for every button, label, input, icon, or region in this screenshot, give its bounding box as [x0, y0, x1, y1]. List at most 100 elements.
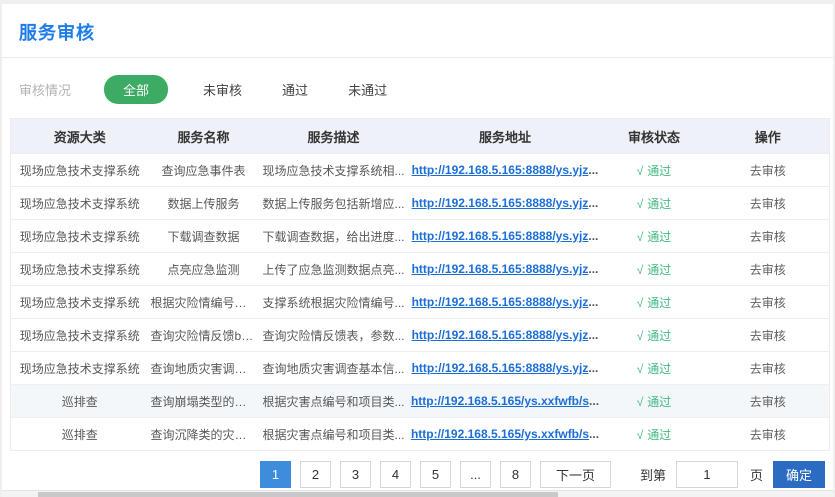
cell-name: 点亮应急监测 — [149, 253, 259, 286]
status-label: 通过 — [647, 395, 671, 409]
service-url-link[interactable]: http://192.168.5.165:8888/ys.yjz — [412, 295, 589, 309]
cell-category: 现场应急技术支撑系统 — [11, 319, 149, 352]
col-header-category: 资源大类 — [11, 119, 149, 154]
confirm-button[interactable]: 确定 — [773, 461, 825, 488]
cell-name: 查询灾险情反馈byZ... — [149, 319, 259, 352]
table-row: 现场应急技术支撑系统 下载调查数据 下载调查数据，给出进度... http://… — [11, 220, 830, 253]
col-header-name: 服务名称 — [149, 119, 259, 154]
cell-description: 根据灾害点编号和项目类... — [259, 385, 409, 418]
check-icon: √ — [637, 428, 644, 442]
go-audit-link[interactable]: 去审核 — [750, 230, 786, 244]
table-row: 现场应急技术支撑系统 根据灾险情编号查询... 支撑系统根据灾险情编号... h… — [11, 286, 830, 319]
cell-name: 查询崩塌类型的灾害... — [149, 385, 259, 418]
col-header-url: 服务地址 — [409, 119, 602, 154]
page-button-4[interactable]: 4 — [380, 461, 411, 488]
check-icon: √ — [637, 164, 644, 178]
go-audit-link[interactable]: 去审核 — [750, 263, 786, 277]
cell-status: √通过 — [602, 187, 707, 220]
url-ellipsis: ... — [588, 295, 598, 309]
service-url-link[interactable]: http://192.168.5.165:8888/ys.yjz — [412, 229, 589, 243]
scrollbar-thumb[interactable] — [38, 492, 558, 497]
page-button-8[interactable]: 8 — [500, 461, 531, 488]
cell-name: 查询地质灾害调查基... — [149, 352, 259, 385]
cell-status: √通过 — [602, 352, 707, 385]
filter-tab-failed[interactable]: 未通过 — [346, 75, 389, 104]
table-row: 现场应急技术支撑系统 查询应急事件表 现场应急技术支撑系统相... http:/… — [11, 154, 830, 187]
cell-name: 根据灾险情编号查询... — [149, 286, 259, 319]
service-url-link[interactable]: http://192.168.5.165/ys.xxfwfb/s — [411, 427, 589, 441]
go-audit-link[interactable]: 去审核 — [750, 329, 786, 343]
status-label: 通过 — [647, 296, 671, 310]
filter-tab-passed[interactable]: 通过 — [280, 75, 310, 104]
cell-status: √通过 — [602, 220, 707, 253]
cell-category: 现场应急技术支撑系统 — [11, 286, 149, 319]
goto-suffix-label: 页 — [750, 465, 763, 484]
pagination-bar: 1 2 3 4 5 ... 8 下一页 到第 页 确定 — [2, 461, 833, 488]
status-label: 通过 — [647, 428, 671, 442]
page-button-5[interactable]: 5 — [420, 461, 451, 488]
status-label: 通过 — [647, 230, 671, 244]
cell-name: 查询沉降类的灾害点... — [149, 418, 259, 451]
col-header-status: 审核状态 — [602, 119, 707, 154]
service-url-link[interactable]: http://192.168.5.165/ys.xxfwfb/s — [411, 394, 589, 408]
filter-tab-unaudited[interactable]: 未审核 — [201, 75, 244, 104]
service-url-link[interactable]: http://192.168.5.165:8888/ys.yjz — [412, 262, 589, 276]
go-audit-link[interactable]: 去审核 — [750, 428, 786, 442]
url-ellipsis: ... — [589, 394, 599, 408]
cell-description: 根据灾害点编号和项目类... — [259, 418, 409, 451]
cell-name: 下载调查数据 — [149, 220, 259, 253]
check-icon: √ — [637, 197, 644, 211]
status-label: 通过 — [647, 263, 671, 277]
go-audit-link[interactable]: 去审核 — [750, 164, 786, 178]
service-url-link[interactable]: http://192.168.5.165:8888/ys.yjz — [412, 196, 589, 210]
service-table: 资源大类 服务名称 服务描述 服务地址 审核状态 操作 现场应急技术支撑系统 查… — [10, 118, 830, 451]
table-row: 现场应急技术支撑系统 点亮应急监测 上传了应急监测数据点亮... http://… — [11, 253, 830, 286]
cell-status: √通过 — [602, 385, 707, 418]
goto-page-input[interactable] — [676, 461, 738, 488]
cell-category: 现场应急技术支撑系统 — [11, 220, 149, 253]
cell-description: 查询地质灾害调查基本信... — [259, 352, 409, 385]
status-label: 通过 — [647, 329, 671, 343]
col-header-description: 服务描述 — [259, 119, 409, 154]
page-button-ellipsis[interactable]: ... — [460, 461, 491, 488]
go-audit-link[interactable]: 去审核 — [750, 296, 786, 310]
check-icon: √ — [637, 362, 644, 376]
page-button-2[interactable]: 2 — [300, 461, 331, 488]
cell-description: 支撑系统根据灾险情编号... — [259, 286, 409, 319]
cell-name: 数据上传服务 — [149, 187, 259, 220]
status-label: 通过 — [647, 362, 671, 376]
go-audit-link[interactable]: 去审核 — [750, 197, 786, 211]
horizontal-scrollbar[interactable] — [2, 490, 833, 497]
cell-status: √通过 — [602, 319, 707, 352]
page-button-3[interactable]: 3 — [340, 461, 371, 488]
cell-description: 现场应急技术支撑系统相... — [259, 154, 409, 187]
goto-prefix-label: 到第 — [640, 465, 666, 484]
filter-tab-all[interactable]: 全部 — [104, 75, 168, 104]
go-audit-link[interactable]: 去审核 — [750, 395, 786, 409]
check-icon: √ — [637, 395, 644, 409]
filter-bar: 审核情况 全部 未审核 通过 未通过 — [2, 58, 833, 118]
cell-status: √通过 — [602, 286, 707, 319]
cell-category: 巡排查 — [11, 385, 149, 418]
service-url-link[interactable]: http://192.168.5.165:8888/ys.yjz — [412, 361, 589, 375]
url-ellipsis: ... — [588, 163, 598, 177]
filter-label: 审核情况 — [19, 80, 71, 99]
url-ellipsis: ... — [588, 229, 598, 243]
table-row: 巡排查 查询沉降类的灾害点... 根据灾害点编号和项目类... http://1… — [11, 418, 830, 451]
service-url-link[interactable]: http://192.168.5.165:8888/ys.yjz — [412, 163, 589, 177]
service-url-link[interactable]: http://192.168.5.165:8888/ys.yjz — [412, 328, 589, 342]
page-header: 服务审核 — [2, 4, 833, 57]
status-label: 通过 — [647, 164, 671, 178]
check-icon: √ — [637, 296, 644, 310]
status-label: 通过 — [647, 197, 671, 211]
table-header-row: 资源大类 服务名称 服务描述 服务地址 审核状态 操作 — [11, 119, 830, 154]
check-icon: √ — [637, 329, 644, 343]
url-ellipsis: ... — [588, 262, 598, 276]
cell-category: 现场应急技术支撑系统 — [11, 154, 149, 187]
table-row: 现场应急技术支撑系统 查询地质灾害调查基... 查询地质灾害调查基本信... h… — [11, 352, 830, 385]
cell-status: √通过 — [602, 154, 707, 187]
go-audit-link[interactable]: 去审核 — [750, 362, 786, 376]
url-ellipsis: ... — [588, 361, 598, 375]
page-button-1[interactable]: 1 — [260, 461, 291, 488]
next-page-button[interactable]: 下一页 — [540, 461, 611, 488]
